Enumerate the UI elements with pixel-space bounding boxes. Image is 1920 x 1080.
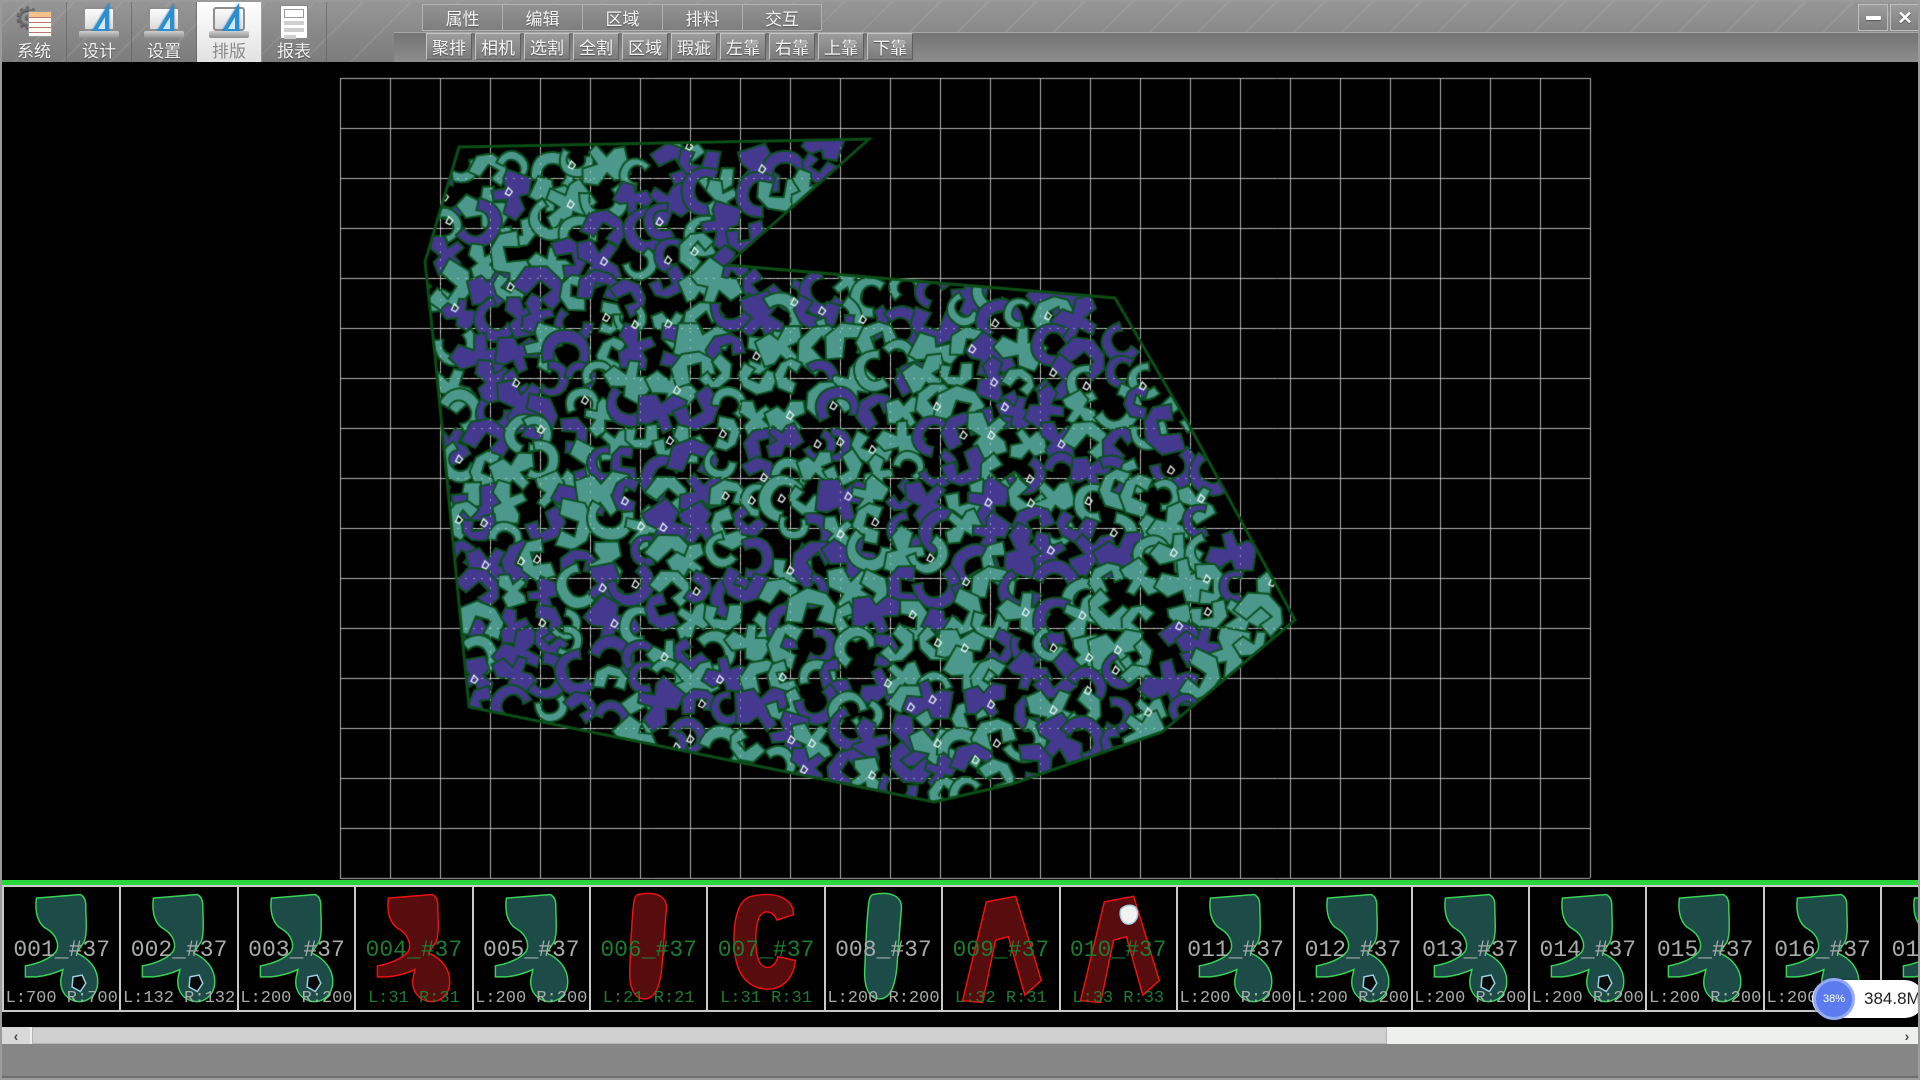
menu-tab-交互[interactable]: 交互 xyxy=(742,4,822,31)
piece-id-label: 010_#37 xyxy=(1061,937,1176,963)
piece-lr-label: L:31 R:31 xyxy=(356,989,471,1008)
main-tab-label: 设置 xyxy=(147,43,181,61)
piece-lr-label: L:200 R:200 xyxy=(1295,989,1410,1008)
piece-thumbnail-010_#37[interactable]: 010_#37 L:33 R:33 xyxy=(1059,885,1178,1012)
piece-id-label: 009_#37 xyxy=(943,937,1058,963)
main-tab-系统[interactable]: ⚙系统 xyxy=(2,2,67,62)
tool-button-区域[interactable]: 区域 xyxy=(622,33,668,60)
piece-thumbnail-014_#37[interactable]: 014_#37 L:200 R:200 xyxy=(1528,885,1647,1012)
percent-indicator: 38% xyxy=(1813,978,1855,1020)
piece-lr-label: L:200 R:200 xyxy=(1413,989,1528,1008)
piece-id-label: 016_#37 xyxy=(1765,937,1880,963)
piece-id-label: 001_#37 xyxy=(4,937,119,963)
main-tab-label: 设计 xyxy=(82,43,116,61)
horizontal-scrollbar[interactable]: ‹ › xyxy=(2,1027,1920,1044)
piece-thumbnail-003_#37[interactable]: 003_#37 L:200 R:200 xyxy=(237,885,356,1012)
piece-thumbnail-009_#37[interactable]: 009_#37 L:32 R:31 xyxy=(941,885,1060,1012)
title-toolbar: ⚙系统设计设置排版报表 属性编辑区域排料交互 聚排相机选割全割区域瑕疵左靠右靠上… xyxy=(2,2,1920,62)
tool-button-选割[interactable]: 选割 xyxy=(524,33,570,60)
piece-thumbnail-007_#37[interactable]: 007_#37 L:31 R:31 xyxy=(706,885,825,1012)
percent-value: 38% xyxy=(1823,993,1845,1005)
menu-tab-row: 属性编辑区域排料交互 xyxy=(422,4,822,31)
nesting-canvas[interactable] xyxy=(2,62,1920,880)
main-tab-label: 报表 xyxy=(277,43,311,61)
tool-button-全割[interactable]: 全割 xyxy=(573,33,619,60)
piece-id-label: 008_#37 xyxy=(826,937,941,963)
tool-button-row: 聚排相机选割全割区域瑕疵左靠右靠上靠下靠 xyxy=(426,33,913,60)
piece-lr-label: L:31 R:31 xyxy=(708,989,823,1008)
scrollbar-thumb[interactable] xyxy=(32,1027,1387,1044)
memory-value: 384.8M xyxy=(1864,989,1920,1009)
scroll-right-arrow[interactable]: › xyxy=(1892,1027,1920,1044)
strip-bottom-gap xyxy=(2,1012,1920,1027)
piece-id-label: 014_#37 xyxy=(1530,937,1645,963)
piece-lr-label: L:200 R:200 xyxy=(1530,989,1645,1008)
piece-thumbnail-011_#37[interactable]: 011_#37 L:200 R:200 xyxy=(1176,885,1295,1012)
main-tab-label: 系统 xyxy=(17,43,51,61)
piece-thumbnail-013_#37[interactable]: 013_#37 L:200 R:200 xyxy=(1411,885,1530,1012)
piece-id-label: 007_#37 xyxy=(708,937,823,963)
piece-thumbnail-006_#37[interactable]: 006_#37 L:21 R:21 xyxy=(589,885,708,1012)
piece-thumbnail-002_#37[interactable]: 002_#37 L:132 R:132 xyxy=(119,885,238,1012)
piece-thumbnail-strip: 001_#37L:700 R:700002_#37L:132 R:132003_… xyxy=(2,885,1920,1012)
close-button[interactable]: ✕ xyxy=(1890,4,1920,31)
close-icon: ✕ xyxy=(1897,9,1912,27)
piece-id-label: 013_#37 xyxy=(1413,937,1528,963)
menu-tab-编辑[interactable]: 编辑 xyxy=(502,4,582,31)
menu-tab-属性[interactable]: 属性 xyxy=(422,4,502,31)
tool-button-上靠[interactable]: 上靠 xyxy=(818,33,864,60)
memory-status-badge: 38% 384.8M xyxy=(1812,980,1920,1018)
tool-button-下靠[interactable]: 下靠 xyxy=(867,33,913,60)
settings-ruler-icon xyxy=(144,5,184,43)
main-tab-报表[interactable]: 报表 xyxy=(262,2,327,62)
tool-button-右靠[interactable]: 右靠 xyxy=(769,33,815,60)
piece-lr-label: L:132 R:132 xyxy=(121,989,236,1008)
piece-lr-label: L:200 R:200 xyxy=(1178,989,1293,1008)
piece-id-label: 003_#37 xyxy=(239,937,354,963)
piece-id-label: 012_#37 xyxy=(1295,937,1410,963)
scroll-left-arrow[interactable]: ‹ xyxy=(2,1027,30,1044)
main-icon-tabs: ⚙系统设计设置排版报表 xyxy=(2,2,327,62)
piece-lr-label: L:200 R:200 xyxy=(1647,989,1762,1008)
minimize-button[interactable] xyxy=(1858,4,1888,31)
tool-button-相机[interactable]: 相机 xyxy=(475,33,521,60)
piece-id-label: 006_#37 xyxy=(591,937,706,963)
piece-id-label: 002_#37 xyxy=(121,937,236,963)
tool-button-瑕疵[interactable]: 瑕疵 xyxy=(671,33,717,60)
piece-thumbnail-005_#37[interactable]: 005_#37 L:200 R:200 xyxy=(472,885,591,1012)
piece-lr-label: L:32 R:31 xyxy=(943,989,1058,1008)
piece-id-label: 005_#37 xyxy=(474,937,589,963)
piece-thumbnail-008_#37[interactable]: 008_#37 L:200 R:200 xyxy=(824,885,943,1012)
main-tab-设置[interactable]: 设置 xyxy=(132,2,197,62)
menu-tab-排料[interactable]: 排料 xyxy=(662,4,742,31)
piece-lr-label: L:700 R:700 xyxy=(4,989,119,1008)
piece-thumbnail-001_#37[interactable]: 001_#37 L:700 R:700 xyxy=(2,885,121,1012)
main-tab-设计[interactable]: 设计 xyxy=(67,2,132,62)
main-tab-排版[interactable]: 排版 xyxy=(197,2,262,62)
piece-lr-label: L:200 R:200 xyxy=(239,989,354,1008)
design-ruler-icon xyxy=(79,5,119,43)
menu-tab-区域[interactable]: 区域 xyxy=(582,4,662,31)
report-doc-icon xyxy=(274,5,314,43)
piece-thumbnail-004_#37[interactable]: 004_#37 L:31 R:31 xyxy=(354,885,473,1012)
piece-thumbnail-015_#37[interactable]: 015_#37 L:200 R:200 xyxy=(1645,885,1764,1012)
bottom-edge xyxy=(2,1076,1920,1080)
piece-lr-label: L:21 R:21 xyxy=(591,989,706,1008)
piece-id-label: 017_#37 xyxy=(1882,937,1920,963)
minimize-icon xyxy=(1866,16,1881,20)
piece-lr-label: L:200 R:200 xyxy=(826,989,941,1008)
nesting-ruler-icon xyxy=(209,5,249,43)
tool-button-左靠[interactable]: 左靠 xyxy=(720,33,766,60)
piece-id-label: 015_#37 xyxy=(1647,937,1762,963)
piece-lr-label: L:200 R:200 xyxy=(474,989,589,1008)
main-tab-label: 排版 xyxy=(212,43,246,61)
tool-button-聚排[interactable]: 聚排 xyxy=(426,33,472,60)
piece-lr-label: L:33 R:33 xyxy=(1061,989,1176,1008)
system-gear-icon: ⚙ xyxy=(14,5,54,43)
piece-id-label: 011_#37 xyxy=(1178,937,1293,963)
app-window: ⚙系统设计设置排版报表 属性编辑区域排料交互 聚排相机选割全割区域瑕疵左靠右靠上… xyxy=(0,0,1920,1080)
bottom-bar xyxy=(2,1044,1920,1080)
piece-thumbnail-012_#37[interactable]: 012_#37 L:200 R:200 xyxy=(1293,885,1412,1012)
piece-id-label: 004_#37 xyxy=(356,937,471,963)
